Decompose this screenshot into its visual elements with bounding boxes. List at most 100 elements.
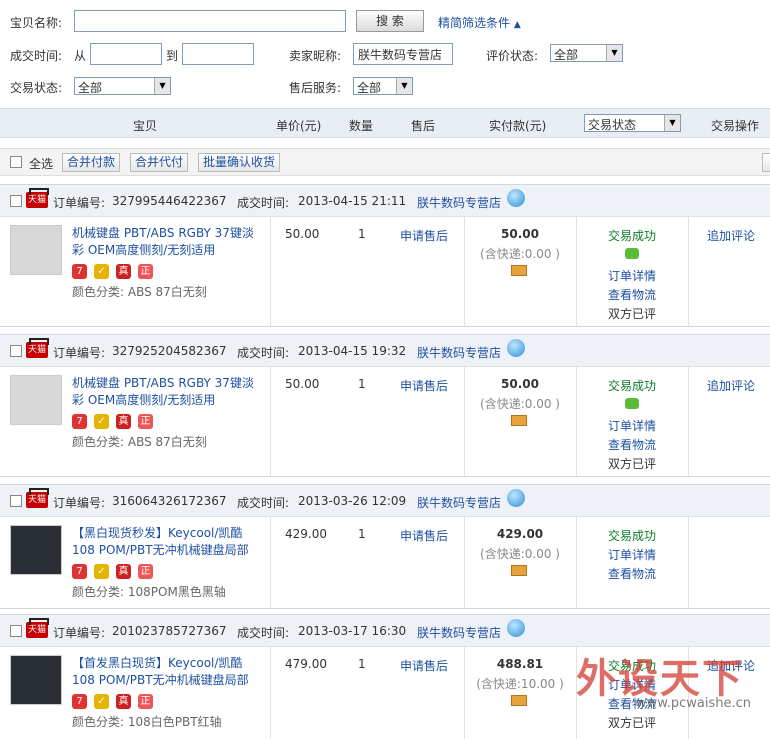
product-spec: 颜色分类: 108白色PBT红轴 (72, 715, 222, 729)
trade-status: 交易成功 (607, 529, 656, 543)
trade-status-filter-label: 交易状态 (588, 118, 637, 132)
select-all-label: 全选 (29, 157, 54, 171)
product-title-link[interactable]: 机械键盘 PBT/ABS RGBY 37键淡彩 OEM高度侧刻/无刻适用 (72, 225, 260, 259)
dropdown-arrow-icon: ▼ (664, 115, 680, 131)
trade-status: 交易成功 (607, 659, 656, 673)
shipping-fee: (含快递:0.00 ) (480, 247, 560, 261)
batch-confirm-button[interactable]: 批量确认收货 (198, 153, 281, 172)
date-from-input[interactable] (90, 43, 162, 65)
trade-status-filter-select[interactable]: 交易状态 ▼ (584, 114, 681, 132)
order-header: 天猫 订单编号: 316064326172367 成交时间: 2013-03-2… (0, 485, 770, 517)
product-title-link[interactable]: 机械键盘 PBT/ABS RGBY 37键淡彩 OEM高度侧刻/无刻适用 (72, 375, 260, 409)
after-sale-value: 全部 (357, 81, 382, 95)
apply-after-sale-link[interactable]: 申请售后 (400, 227, 448, 244)
col-item: 宝贝 (133, 119, 158, 133)
deal-time-label: 成交时间: (10, 49, 63, 63)
date-to-input[interactable] (182, 43, 254, 65)
seven-day-return-icon: 7 (72, 414, 87, 429)
product-title-link[interactable]: 【黑白现货秒发】Keycool/凯酷 108 POM/PBT无冲机械键盘局部 (72, 525, 260, 559)
view-logistics-link[interactable]: 查看物流 (576, 286, 688, 305)
quantity: 1 (358, 527, 366, 541)
product-title-link[interactable]: 【首发黑白现货】Keycool/凯酷 108 POM/PBT无冲机械键盘局部 (72, 655, 260, 689)
deal-time: 2013-03-17 16:30 (298, 624, 407, 638)
authentic-icon: 真 (116, 264, 131, 279)
refine-filter-link[interactable]: 精简筛选条件 ▲ (438, 14, 521, 31)
view-logistics-link[interactable]: 查看物流 (576, 436, 688, 455)
bulk-toolbar: 全选 合并付款 合并代付 批量确认收货 (0, 148, 770, 176)
order-header: 天猫 订单编号: 327995446422367 成交时间: 2013-04-1… (0, 185, 770, 217)
order-no-label: 订单编号: (53, 496, 106, 510)
deal-time-label: 成交时间: (237, 196, 290, 210)
append-review-link[interactable]: 追加评论 (692, 377, 770, 394)
order-checkbox[interactable] (10, 495, 22, 507)
shop-link[interactable]: 朕牛数码专营店 (417, 624, 501, 641)
after-sale-select[interactable]: 全部 ▼ (353, 77, 413, 95)
search-button[interactable]: 搜 索 (356, 10, 424, 32)
apply-after-sale-link[interactable]: 申请售后 (400, 377, 448, 394)
trade-status: 交易成功 (607, 229, 656, 243)
paid-amount: 429.00 (496, 527, 544, 541)
product-thumbnail[interactable] (10, 375, 62, 425)
paid-amount: 50.00 (501, 377, 539, 391)
order-checkbox[interactable] (10, 195, 22, 207)
chat-icon[interactable] (507, 619, 525, 637)
seller-nick-input[interactable] (353, 43, 453, 65)
order-detail-link[interactable]: 订单详情 (576, 417, 688, 436)
order-detail-link[interactable]: 订单详情 (576, 267, 688, 286)
order-status-cell: 交易成功 订单详情 查看物流 (576, 527, 688, 584)
rating-status-select[interactable]: 全部 ▼ (550, 44, 623, 62)
order-header: 天猫 订单编号: 201023785727367 成交时间: 2013-03-1… (0, 615, 770, 647)
apply-after-sale-link[interactable]: 申请售后 (400, 657, 448, 674)
order-checkbox[interactable] (10, 625, 22, 637)
view-logistics-link[interactable]: 查看物流 (576, 565, 688, 584)
order-status-cell: 交易成功 订单详情 查看物流 双方已评 (576, 377, 688, 474)
append-review-link[interactable]: 追加评论 (692, 657, 770, 674)
shipping-fee: (含快递:0.00 ) (480, 547, 560, 561)
tmall-icon: 天猫 (26, 188, 49, 208)
guarantee-icon: ✓ (94, 264, 109, 279)
item-name-input[interactable] (74, 10, 346, 32)
chat-bubble-icon (625, 398, 639, 409)
paid-amount: 50.00 (501, 227, 539, 241)
merge-pay-button[interactable]: 合并付款 (62, 153, 121, 172)
order-checkbox[interactable] (10, 345, 22, 357)
shop-link[interactable]: 朕牛数码专营店 (417, 194, 501, 211)
rating-status-label: 评价状态: (486, 49, 539, 63)
order-card: 天猫 订单编号: 327925204582367 成交时间: 2013-04-1… (0, 334, 770, 477)
shipping-fee: (含快递:10.00 ) (476, 677, 564, 691)
order-detail-link[interactable]: 订单详情 (576, 676, 688, 695)
trade-status-select[interactable]: 全部 ▼ (74, 77, 171, 95)
chat-icon[interactable] (507, 189, 525, 207)
product-spec: 颜色分类: ABS 87白无刻 (72, 435, 207, 449)
append-review-link[interactable]: 追加评论 (692, 227, 770, 244)
guarantee-icon: ✓ (94, 564, 109, 579)
tmall-icon: 天猫 (26, 488, 49, 508)
invoice-icon: 正 (138, 414, 153, 429)
product-thumbnail[interactable] (10, 225, 62, 275)
product-thumbnail[interactable] (10, 655, 62, 705)
filter-panel: 宝贝名称: 搜 索 精简筛选条件 ▲ 成交时间: 从 到 卖家昵称: 评价状态:… (0, 0, 770, 108)
deal-time-label: 成交时间: (237, 626, 290, 640)
order-no: 201023785727367 (112, 624, 227, 638)
order-no: 327995446422367 (112, 194, 227, 208)
product-thumbnail[interactable] (10, 525, 62, 575)
toolbar-overflow-button[interactable] (762, 153, 770, 172)
service-badges: 7 ✓ 真正 (72, 693, 160, 709)
shop-link[interactable]: 朕牛数码专营店 (417, 344, 501, 361)
unit-price: 50.00 (285, 377, 320, 391)
rating-status-value: 全部 (554, 48, 579, 62)
apply-after-sale-link[interactable]: 申请售后 (400, 527, 448, 544)
service-badges: 7 ✓ 真正 (72, 563, 160, 579)
chat-icon[interactable] (507, 489, 525, 507)
service-badges: 7 ✓ 真正 (72, 413, 160, 429)
view-logistics-link[interactable]: 查看物流 (576, 695, 688, 714)
select-all-checkbox[interactable] (10, 156, 22, 168)
order-detail-link[interactable]: 订单详情 (576, 546, 688, 565)
deal-time-label: 成交时间: (237, 496, 290, 510)
order-item-row: 【首发黑白现货】Keycool/凯酷 108 POM/PBT无冲机械键盘局部 7… (0, 647, 770, 739)
order-card: 天猫 订单编号: 316064326172367 成交时间: 2013-03-2… (0, 484, 770, 609)
merge-proxy-pay-button[interactable]: 合并代付 (130, 153, 189, 172)
shop-link[interactable]: 朕牛数码专营店 (417, 494, 501, 511)
payment-icon (511, 565, 527, 576)
chat-icon[interactable] (507, 339, 525, 357)
